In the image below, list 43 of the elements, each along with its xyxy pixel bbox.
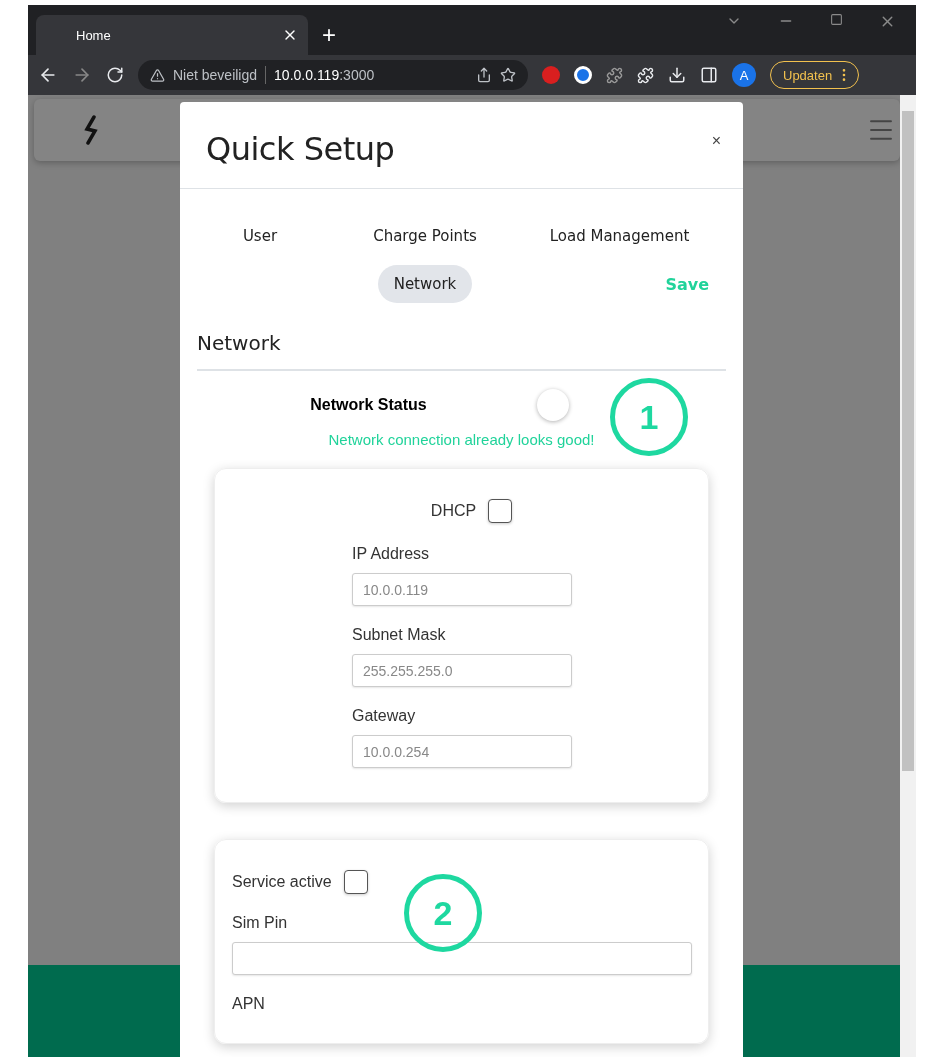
new-tab-button[interactable]: + <box>322 15 336 55</box>
security-label: Niet beveiligd <box>173 67 258 83</box>
share-icon[interactable] <box>476 67 492 83</box>
browser-tab[interactable]: Home <box>36 15 308 55</box>
warning-icon <box>150 67 165 83</box>
puzzle-icon[interactable] <box>606 66 623 84</box>
address-bar[interactable]: Niet beveiligd 10.0.0.119:3000 <box>138 60 528 90</box>
network-status-label: Network Status <box>310 396 427 414</box>
extension-icon[interactable] <box>574 66 592 84</box>
dialog-title: Quick Setup <box>206 130 395 168</box>
step-tab[interactable]: User <box>226 217 294 255</box>
tab-title: Home <box>76 27 111 43</box>
dhcp-label: DHCP <box>430 502 477 520</box>
step-tab[interactable]: Charge Points <box>357 217 493 255</box>
reload-icon[interactable] <box>106 66 124 84</box>
download-icon[interactable] <box>668 66 686 84</box>
extensions-icon[interactable] <box>637 66 654 84</box>
maximize-icon[interactable] <box>830 13 843 26</box>
input-field[interactable]: 10.0.0.119 <box>352 573 572 606</box>
step-tab[interactable]: Network <box>377 265 473 303</box>
logo-icon <box>84 115 98 145</box>
profile-avatar[interactable]: A <box>732 63 756 87</box>
sim-pin-input[interactable] <box>232 942 692 975</box>
close-button[interactable]: × <box>711 132 721 150</box>
service-active-label: Service active <box>232 873 332 891</box>
field-label: APN <box>232 995 266 1013</box>
scrollbar[interactable] <box>900 95 916 1057</box>
section-title: Network <box>197 331 726 371</box>
url-text: 10.0.0.119:3000 <box>274 67 375 83</box>
annotation-marker: 1 <box>610 378 688 456</box>
field-label: IP Address <box>352 545 431 563</box>
side-panel-icon[interactable] <box>700 66 718 84</box>
star-icon[interactable] <box>500 67 516 83</box>
field-label: Subnet Mask <box>352 626 447 644</box>
field-label: Gateway <box>352 707 417 725</box>
input-field[interactable]: 255.255.255.0 <box>352 654 572 687</box>
annotation-marker: 2 <box>404 874 482 952</box>
input-field[interactable]: 10.0.0.254 <box>352 735 572 768</box>
dhcp-checkbox[interactable] <box>488 499 513 523</box>
service-active-checkbox[interactable] <box>343 870 368 894</box>
step-tab[interactable]: Load Management <box>533 217 706 255</box>
field-label: Sim Pin <box>232 914 289 932</box>
status-message: Network connection already looks good! <box>327 431 596 448</box>
